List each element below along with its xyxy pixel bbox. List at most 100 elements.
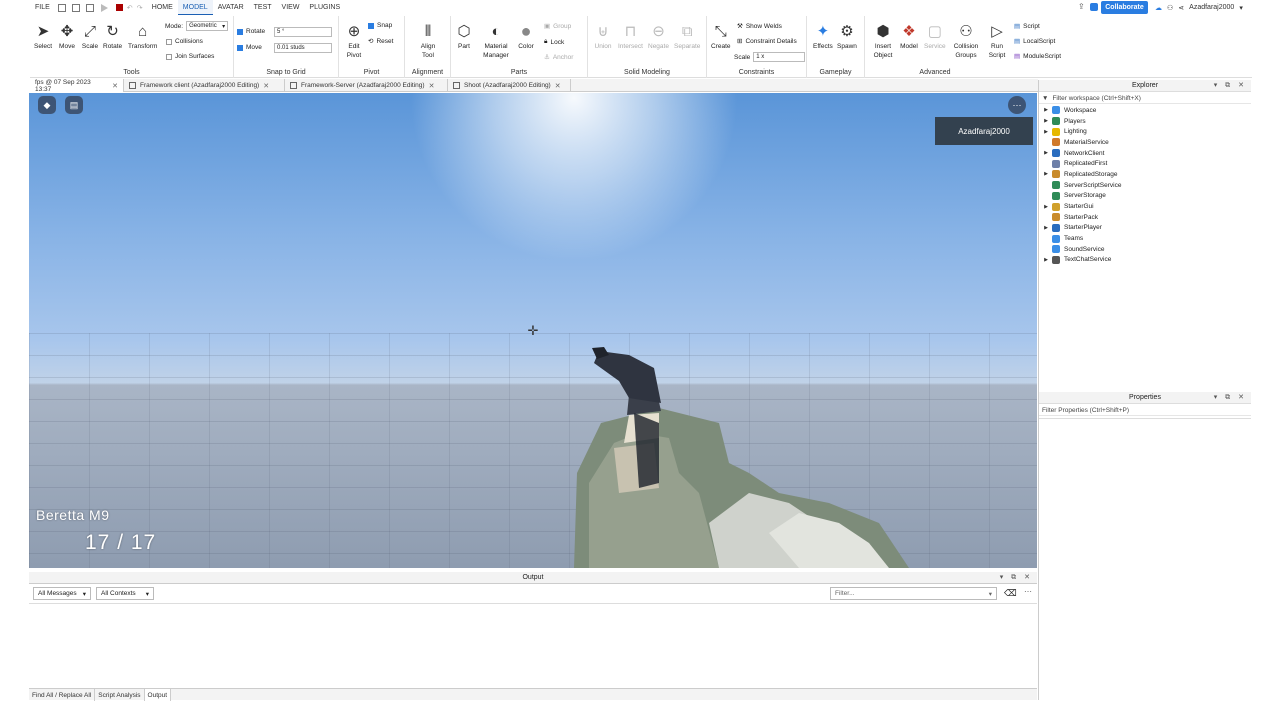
run-script-button[interactable]: ▷ Run Script <box>986 22 1008 60</box>
join-surfaces-toggle[interactable]: Join Surfaces <box>166 53 214 60</box>
explorer-item[interactable]: ▶ Players <box>1040 116 1250 127</box>
move-snap-checkbox[interactable] <box>237 44 243 51</box>
tab-view[interactable]: VIEW <box>277 0 305 15</box>
scale-button[interactable]: ⤢ Scale <box>81 22 99 51</box>
collisions-checkbox[interactable] <box>166 38 172 45</box>
redo-icon[interactable]: ↷ <box>137 4 147 12</box>
explorer-item[interactable]: ServerScriptService <box>1040 180 1250 191</box>
close-icon[interactable]: ✕ <box>555 82 561 90</box>
new-file-icon[interactable] <box>57 3 66 12</box>
messages-filter-dropdown[interactable]: All Messages ▾ <box>33 587 91 600</box>
expand-arrow-icon[interactable]: ▶ <box>1040 150 1052 156</box>
user-account-icon[interactable]: ⚇ <box>1167 4 1173 12</box>
tab-framework-client[interactable]: Framework client (Azadfaraj2000 Editing)… <box>124 79 285 92</box>
modulescript-button[interactable]: ▤ ModuleScript <box>1014 52 1061 61</box>
tab-avatar[interactable]: AVATAR <box>213 0 249 15</box>
explorer-item[interactable]: ▶ ReplicatedStorage <box>1040 169 1250 180</box>
explorer-item[interactable]: ▶ NetworkClient <box>1040 148 1250 159</box>
move-snap-toggle[interactable]: Move <box>237 44 262 51</box>
edit-pivot-button[interactable]: ⊕ Edit Pivot <box>343 22 365 60</box>
select-button[interactable]: ➤ Select <box>34 22 52 51</box>
contexts-filter-dropdown[interactable]: All Contexts ▾ <box>96 587 154 600</box>
collisions-toggle[interactable]: Collisions <box>166 38 203 45</box>
mode-select[interactable]: Geometric ▾ <box>186 21 229 31</box>
panel-controls[interactable]: ▾ ⧉ ✕ <box>1000 572 1033 584</box>
username-label[interactable]: Azadfaraj2000 <box>1189 4 1234 11</box>
group-button[interactable]: ▣ Group <box>544 22 571 31</box>
tab-shoot[interactable]: Shoot (Azadfaraj2000 Editing) ✕ <box>448 79 571 92</box>
tab-plugins[interactable]: PLUGINS <box>304 0 345 15</box>
localscript-button[interactable]: ▤ LocalScript <box>1014 37 1055 46</box>
output-log[interactable] <box>29 604 1037 687</box>
collaborate-people-icon[interactable] <box>1090 3 1098 11</box>
tab-model[interactable]: MODEL <box>177 0 213 15</box>
move-snap-input[interactable]: 0.01 studs <box>274 43 332 53</box>
close-icon[interactable]: ✕ <box>112 82 118 90</box>
constraint-details-button[interactable]: ⊞ Constraint Details <box>737 37 797 46</box>
service-button[interactable]: ▢ Service <box>924 22 946 51</box>
more-options-icon[interactable]: ⋯ <box>1008 96 1026 114</box>
part-button[interactable]: ⬡ Part <box>455 22 473 51</box>
rotate-snap-checkbox[interactable] <box>237 28 243 35</box>
explorer-item[interactable]: StarterPack <box>1040 212 1250 223</box>
expand-arrow-icon[interactable]: ▶ <box>1040 257 1052 263</box>
properties-filter-input[interactable]: Filter Properties (Ctrl+Shift+P) <box>1039 405 1251 416</box>
negate-button[interactable]: ⊖ Negate <box>648 22 669 51</box>
explorer-item[interactable]: ReplicatedFirst <box>1040 158 1250 169</box>
tab-script-analysis[interactable]: Script Analysis <box>95 689 145 701</box>
anchor-button[interactable]: ⚓︎ Anchor <box>544 53 573 62</box>
expand-arrow-icon[interactable]: ▶ <box>1040 107 1052 113</box>
model-button[interactable]: ❖ Model <box>900 22 918 51</box>
union-button[interactable]: ⊎ Union <box>594 22 612 51</box>
spawn-button[interactable]: ⚙ Spawn <box>837 22 857 51</box>
expand-arrow-icon[interactable]: ▶ <box>1040 204 1052 210</box>
move-button[interactable]: ✥ Move <box>58 22 76 51</box>
roblox-menu-icon[interactable]: ◆ <box>38 96 56 114</box>
explorer-item[interactable]: ▶ Lighting <box>1040 126 1250 137</box>
separate-button[interactable]: ⧉ Separate <box>674 22 700 51</box>
pivot-snap-toggle[interactable]: Snap <box>368 22 392 29</box>
close-icon[interactable]: ✕ <box>429 82 435 90</box>
chevron-down-icon[interactable]: ▾ <box>1239 4 1243 12</box>
rotate-snap-input[interactable]: 5 ° <box>274 27 332 37</box>
tab-framework-server[interactable]: Framework-Server (Azadfaraj2000 Editing)… <box>285 79 448 92</box>
undo-icon[interactable]: ↶ <box>127 4 133 12</box>
share-link-icon[interactable]: ⋖ <box>1178 4 1184 12</box>
panel-controls[interactable]: ▾ ⧉ ✕ <box>1214 80 1247 92</box>
file-menu[interactable]: FILE <box>30 0 55 15</box>
lock-button[interactable]: 🔒︎ Lock <box>544 38 564 46</box>
explorer-item[interactable]: ServerStorage <box>1040 191 1250 202</box>
explorer-item[interactable]: ▶ TextChatService <box>1040 255 1250 266</box>
tab-find-replace[interactable]: Find All / Replace All <box>29 689 96 701</box>
constraint-scale-input[interactable]: 1 x <box>753 52 806 62</box>
expand-arrow-icon[interactable]: ▶ <box>1040 225 1052 231</box>
effects-button[interactable]: ✦ Effects <box>813 22 833 51</box>
tab-output[interactable]: Output <box>144 689 172 701</box>
close-icon[interactable]: ✕ <box>263 82 269 90</box>
more-icon[interactable]: ⋯ <box>1024 587 1032 596</box>
tab-test[interactable]: TEST <box>249 0 277 15</box>
pivot-snap-checkbox[interactable] <box>368 22 374 29</box>
explorer-item[interactable]: SoundService <box>1040 244 1250 255</box>
tab-place[interactable]: fps @ 07 Sep 2023 13:37 ✕ <box>30 79 124 93</box>
stop-icon[interactable] <box>115 4 123 11</box>
tab-home[interactable]: HOME <box>147 0 178 15</box>
chat-icon[interactable]: ▤ <box>65 96 83 114</box>
output-filter-input[interactable]: Filter... ▾ <box>830 587 997 600</box>
script-button[interactable]: ▤ Script <box>1014 22 1040 31</box>
align-tool-button[interactable]: ⫴ Align Tool <box>416 22 440 60</box>
join-surfaces-checkbox[interactable] <box>166 53 172 60</box>
rotate-snap-toggle[interactable]: Rotate <box>237 28 265 35</box>
color-button[interactable]: ● Color <box>517 22 535 51</box>
explorer-item[interactable]: MaterialService <box>1040 137 1250 148</box>
expand-arrow-icon[interactable]: ▶ <box>1040 118 1052 124</box>
collaborate-button[interactable]: Collaborate <box>1101 1 1148 14</box>
pivot-reset-button[interactable]: ⟲ Reset <box>368 37 393 46</box>
open-file-icon[interactable] <box>71 3 80 12</box>
panel-controls[interactable]: ▾ ⧉ ✕ <box>1214 392 1247 404</box>
cloud-icon[interactable]: ☁ <box>1155 4 1162 12</box>
game-viewport[interactable]: ◆ ▤ ⋯ Azadfaraj2000 ✛ Beretta M9 17 / 17 <box>29 93 1037 568</box>
clear-output-icon[interactable]: ⌫ <box>1004 588 1017 599</box>
play-icon[interactable] <box>100 3 108 12</box>
collision-groups-button[interactable]: ⚇ Collision Groups <box>952 22 980 60</box>
